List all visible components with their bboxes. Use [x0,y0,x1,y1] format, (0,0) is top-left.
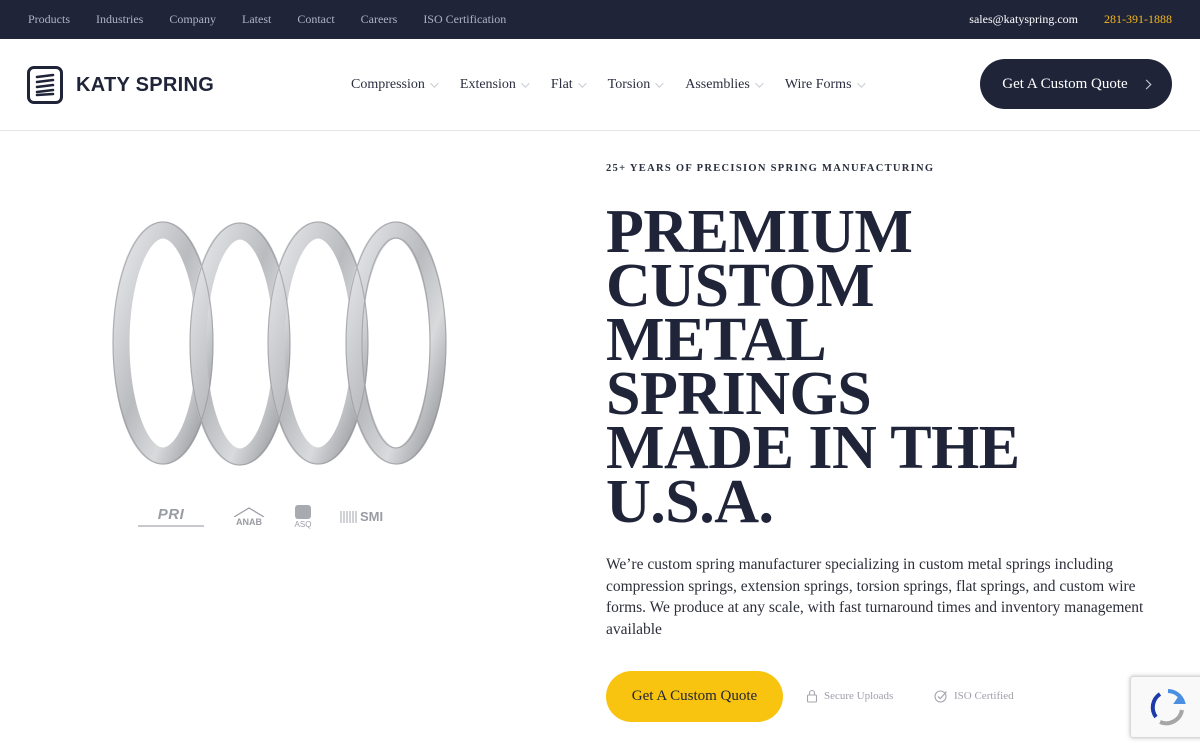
badge-label: Secure Uploads [824,690,894,702]
headline-line: METAL [606,306,827,374]
nav-label: Extension [459,76,516,92]
utility-contact: sales@katyspring.com 281-391-1888 [969,0,1172,39]
utility-link-latest[interactable]: Latest [242,12,271,27]
utility-link-company[interactable]: Company [169,12,216,27]
nav-assemblies[interactable]: Assemblies [685,76,764,93]
utility-nav: Products Industries Company Latest Conta… [28,0,532,39]
quote-button-label: Get A Custom Quote [1002,75,1128,92]
lock-icon [806,689,818,703]
chevron-down-icon [521,78,530,88]
email-link[interactable]: sales@katyspring.com [969,12,1078,27]
hero-eyebrow: 25+ YEARS OF PRECISION SPRING MANUFACTUR… [606,163,935,174]
chevron-right-icon [1141,79,1152,89]
pri-logo-icon: PRI [138,506,204,527]
main-header: KATY SPRING Compression Extension Flat T… [0,39,1200,131]
spring-logo-icon [27,66,63,104]
hero-description: We’re custom spring manufacturer special… [606,556,1144,639]
chevron-down-icon [754,78,764,88]
badge-label: ISO Certified [954,690,1014,702]
nav-label: Torsion [607,76,651,92]
hero-headline: PREMIUM CUSTOM METAL SPRINGS MADE IN THE… [606,198,1166,536]
nav-wire-forms[interactable]: Wire Forms [784,76,866,93]
utility-link-products[interactable]: Products [28,12,70,27]
headline-line: MADE IN THE [606,414,1020,482]
nav-label: Wire Forms [784,76,852,92]
top-utility-bar: Products Industries Company Latest Conta… [0,0,1200,39]
compression-spring-image [108,208,478,493]
chevron-down-icon [655,78,664,88]
header-quote-button[interactable]: Get A Custom Quote [980,59,1172,109]
nav-compression[interactable]: Compression [351,76,439,93]
asq-logo-icon: ASQ [294,504,312,529]
nav-label: Compression [351,76,425,92]
utility-link-careers[interactable]: Careers [361,12,398,27]
smi-logo-icon: SMI [340,509,383,524]
recaptcha-badge[interactable] [1130,676,1200,738]
utility-link-iso[interactable]: ISO Certification [423,12,506,27]
headline-line: PREMIUM [606,198,913,266]
nav-torsion[interactable]: Torsion [607,76,664,93]
chevron-down-icon [577,78,587,88]
phone-link[interactable]: 281-391-1888 [1104,12,1172,27]
chevron-down-icon [856,78,866,88]
utility-link-industries[interactable]: Industries [96,12,143,27]
nav-label: Flat [550,76,573,92]
nav-label: Assemblies [685,76,750,92]
headline-line: CUSTOM [606,252,875,320]
recaptcha-icon [1150,689,1186,726]
site-logo[interactable]: KATY SPRING [27,66,214,104]
logo-wordmark: KATY SPRING [76,73,215,96]
headline-line: U.S.A. [606,468,774,536]
headline-line: SPRINGS [606,360,872,428]
check-circle-icon [934,690,947,703]
main-nav: Compression Extension Flat Torsion Assem… [351,39,887,130]
anab-logo-icon: ANAB [232,506,266,527]
chevron-down-icon [430,78,439,88]
iso-certified-badge: ISO Certified [934,689,1014,703]
nav-flat[interactable]: Flat [550,76,587,93]
nav-extension[interactable]: Extension [459,76,530,93]
secure-uploads-badge: Secure Uploads [806,689,893,703]
hero-quote-button[interactable]: Get A Custom Quote [606,671,783,722]
utility-link-contact[interactable]: Contact [297,12,334,27]
certification-logos: PRI ANAB ASQ SMI [138,504,411,529]
